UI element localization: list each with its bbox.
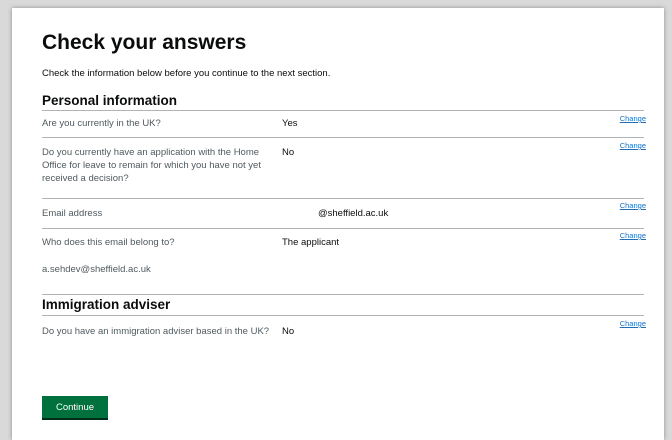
intro-text: Check the information below before you c…	[42, 68, 331, 79]
summary-row-value: No	[282, 326, 295, 337]
email-owner-detail: a.sehdev@sheffield.ac.uk	[42, 264, 151, 275]
page-title: Check your answers	[42, 31, 247, 54]
change-link-pending-application[interactable]: Change	[620, 141, 646, 150]
page-panel: Check your answers Check the information…	[12, 8, 664, 440]
change-link-immigration-adviser[interactable]: Change	[620, 319, 646, 328]
summary-row-value: @sheffield.ac.uk	[318, 208, 389, 219]
section-heading-personal-information: Personal information	[42, 93, 178, 108]
summary-row-key: Do you currently have an application wit…	[42, 147, 261, 184]
summary-row-key: Do you have an immigration adviser based…	[42, 326, 270, 337]
divider	[42, 198, 644, 199]
summary-row-key: Who does this email belong to?	[42, 237, 175, 248]
change-link-email-address[interactable]: Change	[620, 201, 646, 210]
change-link-email-owner[interactable]: Change	[620, 231, 646, 240]
divider	[42, 137, 644, 138]
divider	[42, 315, 644, 316]
summary-row-key: Are you currently in the UK?	[42, 118, 161, 129]
summary-row-value: Yes	[282, 118, 298, 129]
divider	[42, 228, 644, 229]
divider	[42, 294, 644, 295]
summary-row-value: No	[282, 147, 295, 158]
summary-row-value: The applicant	[282, 237, 340, 248]
change-link-in-uk[interactable]: Change	[620, 114, 646, 123]
continue-button[interactable]: Continue	[42, 396, 108, 420]
section-heading-immigration-adviser: Immigration adviser	[42, 297, 171, 312]
summary-row-key: Email address	[42, 208, 103, 219]
divider	[42, 110, 644, 111]
